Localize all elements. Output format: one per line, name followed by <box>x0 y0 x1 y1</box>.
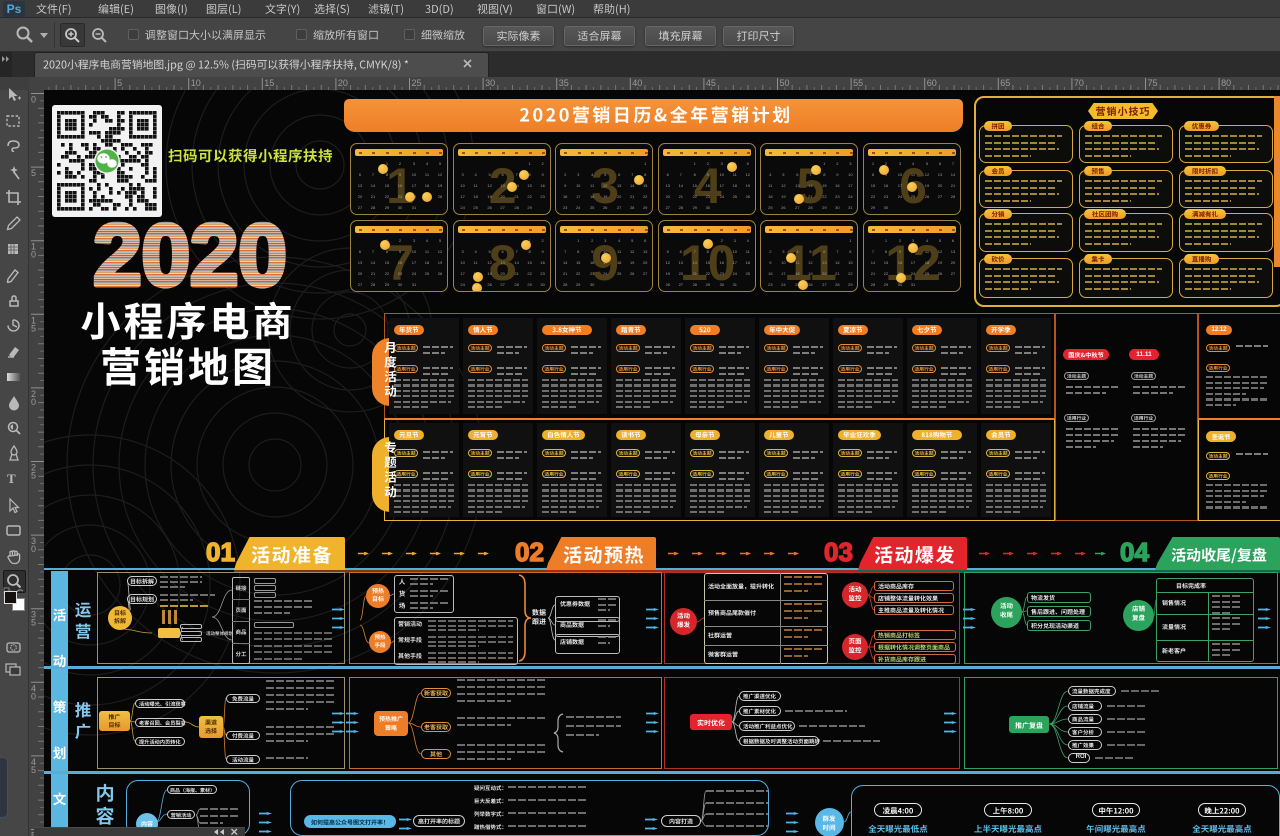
svg-text:0: 0 <box>31 250 36 260</box>
svg-text:75: 75 <box>1148 78 1158 88</box>
svg-text:5: 5 <box>117 78 122 88</box>
svg-text:35: 35 <box>559 78 569 88</box>
svg-text:5: 5 <box>31 618 36 628</box>
svg-text:80: 80 <box>1221 78 1231 88</box>
svg-text:15: 15 <box>264 78 274 88</box>
svg-text:0: 0 <box>31 95 36 105</box>
svg-text:5: 5 <box>31 471 36 481</box>
svg-text:70: 70 <box>1074 78 1084 88</box>
svg-text:10: 10 <box>191 78 201 88</box>
svg-text:0: 0 <box>31 691 36 701</box>
svg-text:0: 0 <box>31 544 36 554</box>
svg-text:50: 50 <box>780 78 790 88</box>
svg-text:65: 65 <box>1000 78 1010 88</box>
svg-text:5: 5 <box>31 765 36 775</box>
svg-text:25: 25 <box>412 78 422 88</box>
svg-text:40: 40 <box>632 78 642 88</box>
svg-text:60: 60 <box>927 78 937 88</box>
svg-text:45: 45 <box>706 78 716 88</box>
svg-text:2020: 2020 <box>93 214 287 292</box>
svg-text:30: 30 <box>485 78 495 88</box>
svg-text:0: 0 <box>31 397 36 407</box>
svg-text:55: 55 <box>853 78 863 88</box>
svg-text:20: 20 <box>338 78 348 88</box>
svg-text:5: 5 <box>31 168 36 178</box>
svg-text:5: 5 <box>31 323 36 333</box>
